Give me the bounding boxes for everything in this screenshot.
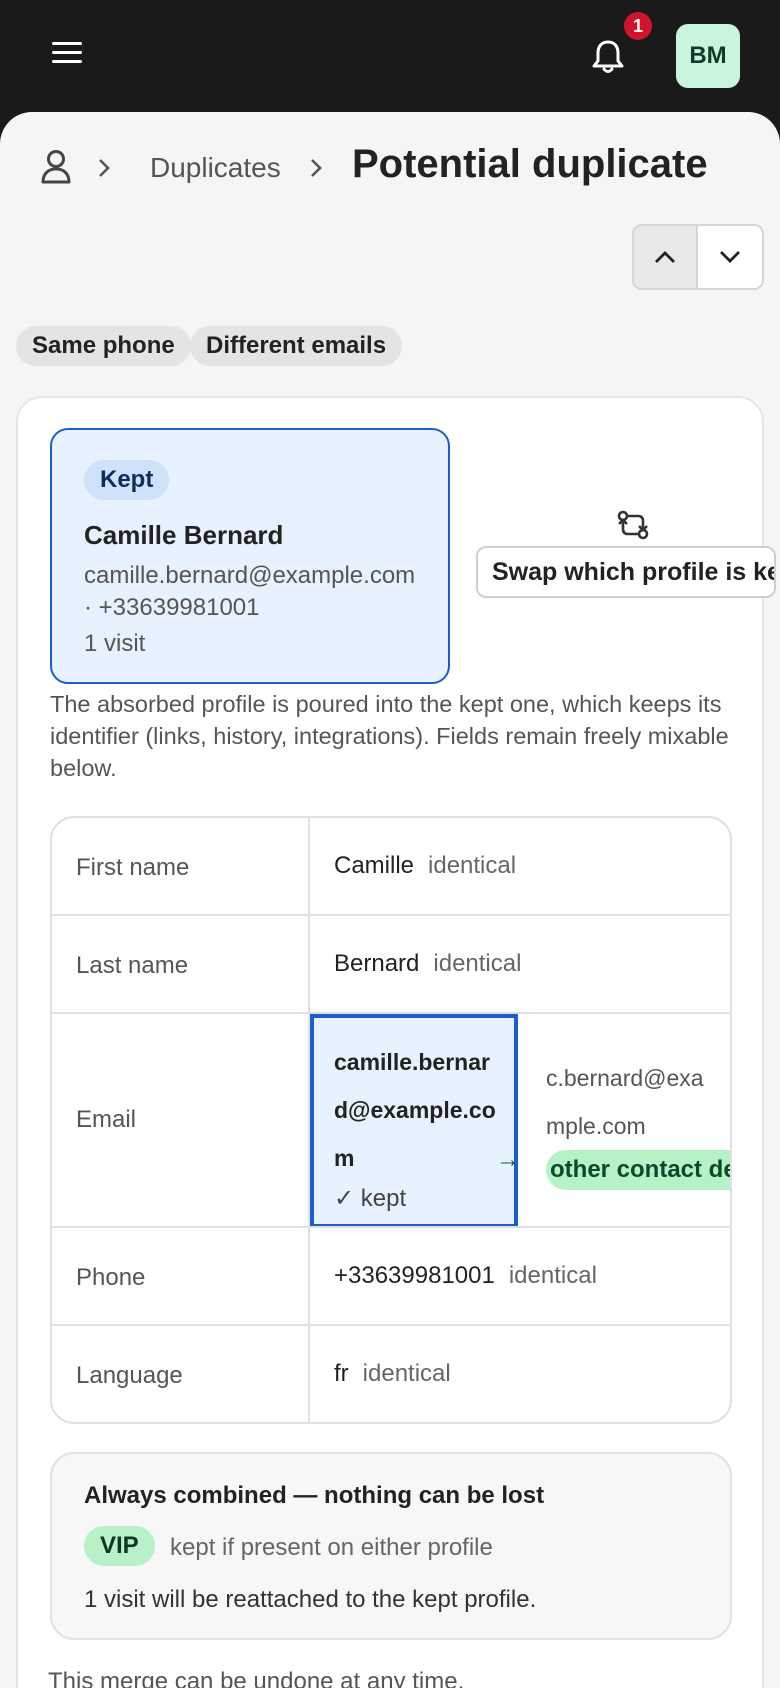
field-label: Email [76, 1106, 137, 1133]
identical-tag: identical [508, 1262, 597, 1289]
user-icon[interactable] [40, 148, 72, 184]
always-combined-panel: Always combined — nothing can be lost VI… [50, 1452, 732, 1640]
field-value: fr identical [334, 1360, 451, 1387]
kept-profile-email: camille.bernard@example.com [84, 562, 416, 589]
identical-tag: identical [362, 1360, 451, 1387]
swap-icon [616, 508, 650, 542]
kept-profile-visits: 1 visit [84, 630, 146, 657]
field-label: First name [76, 854, 190, 881]
kept-profile-name: Camille Bernard [84, 520, 284, 550]
field-label: Phone [76, 1264, 146, 1291]
notification-badge: 1 [624, 12, 652, 40]
previous-button[interactable] [634, 226, 698, 288]
field-value: Bernard identical [334, 950, 522, 977]
record-navigation [632, 224, 764, 290]
email-kept-value: camille.bernard@example.com [334, 1049, 496, 1171]
merge-card: Kept Camille Bernard camille.bernard@exa… [16, 396, 776, 1688]
table-row-last-name: Last name Bernard identical [52, 916, 730, 1014]
chevron-right-icon [306, 158, 326, 178]
always-combined-title: Always combined — nothing can be lost [84, 1482, 545, 1509]
undo-note: This merge can be undone at any time. [48, 1668, 465, 1688]
chevron-up-icon [655, 251, 675, 263]
merge-description: The absorbed profile is poured into the … [50, 691, 729, 781]
email-kept-option[interactable]: camille.bernard@example.com ✓ kept [310, 1014, 518, 1226]
match-chip-same-phone: Same phone [16, 326, 191, 366]
chevron-right-icon [94, 158, 114, 178]
main-content: Duplicates Potential duplicate Same phon… [0, 112, 780, 1688]
identical-tag: identical [433, 950, 522, 977]
vip-badge: VIP [84, 1526, 155, 1566]
avatar[interactable]: BM [676, 24, 740, 88]
match-chip-different-emails: Different emails [190, 326, 403, 366]
table-row-phone: Phone +33639981001 identical [52, 1228, 730, 1326]
visit-reattach-note: 1 visit will be reattached to the kept p… [84, 1586, 537, 1613]
page-title: Potential duplicate [352, 142, 708, 186]
top-bar: 1 BM [0, 0, 780, 112]
other-contact-details-tag: other contact details [546, 1150, 730, 1190]
table-row-language: Language fr identical [52, 1326, 730, 1422]
kept-profile-card[interactable]: Kept Camille Bernard camille.bernard@exa… [50, 428, 450, 684]
field-value: Camille identical [334, 852, 517, 879]
vip-description: kept if present on either profile [170, 1534, 493, 1561]
kept-check-tag: ✓ kept [334, 1185, 407, 1212]
field-label: Last name [76, 952, 189, 979]
identical-tag: identical [428, 852, 517, 879]
breadcrumb-duplicates-link[interactable]: Duplicates [150, 152, 281, 184]
field-comparison-table: First name Camille identical Last name Be… [50, 816, 732, 1424]
menu-icon[interactable] [52, 42, 82, 66]
field-label: Language [76, 1362, 183, 1389]
kept-badge: Kept [84, 460, 170, 500]
table-row-email: Email camille.bernard@example.com ✓ kept… [52, 1014, 730, 1228]
bell-icon[interactable] [590, 36, 626, 76]
table-row-first-name: First name Camille identical [52, 818, 730, 916]
field-value: +33639981001 identical [334, 1262, 597, 1289]
next-button[interactable] [698, 226, 762, 288]
arrow-right-icon: → [496, 1146, 520, 1173]
kept-profile-phone: · +33639981001 [84, 594, 260, 621]
chevron-down-icon [720, 251, 740, 263]
email-other-option[interactable]: c.bernard@example.com [546, 1054, 706, 1150]
swap-kept-profile-button[interactable]: Swap which profile is kept [476, 546, 776, 598]
